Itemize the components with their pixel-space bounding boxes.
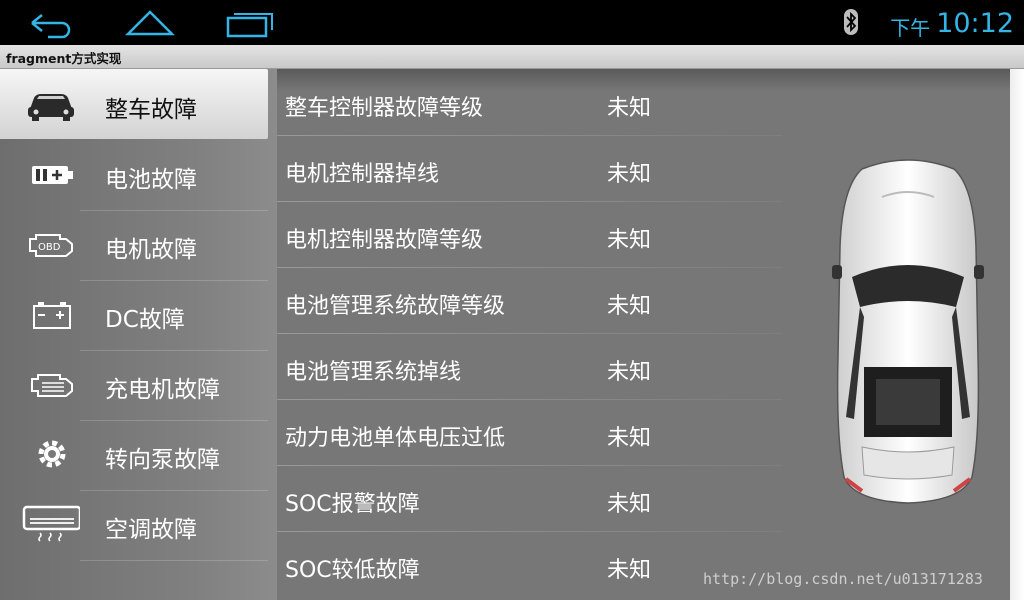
svg-text:OBD: OBD <box>38 242 61 253</box>
fault-name: SOC较低故障 <box>285 558 420 583</box>
fault-status: 未知 <box>607 228 652 253</box>
car-icon <box>22 85 80 123</box>
fault-row: 电机控制器掉线 未知 <box>277 135 782 201</box>
home-button[interactable] <box>120 4 180 42</box>
right-edge-panel <box>1010 69 1024 600</box>
air-conditioner-icon <box>22 505 82 543</box>
sidebar-item-label: 电机故障 <box>105 237 197 263</box>
sidebar-item-charger-fault[interactable]: 充电机故障 <box>0 349 268 419</box>
fault-row: 电池管理系统掉线 未知 <box>277 333 782 399</box>
back-icon <box>31 14 71 39</box>
sidebar-item-ac-fault[interactable]: 空调故障 <box>0 489 268 559</box>
fault-status: 未知 <box>607 96 652 121</box>
app-title: fragment方式实现 <box>6 51 122 66</box>
steering-pump-gear-icon <box>22 435 80 473</box>
recent-apps-icon <box>226 13 273 38</box>
app-title-bar: fragment方式实现 <box>0 45 1024 69</box>
sidebar-item-vehicle-fault[interactable]: 整车故障 <box>0 69 268 139</box>
sidebar-item-label: DC故障 <box>105 307 185 333</box>
sidebar-item-battery-fault[interactable]: 电池故障 <box>0 139 268 209</box>
watermark: http://blog.csdn.net/u013171283 <box>703 570 983 588</box>
sidebar-item-label: 转向泵故障 <box>105 447 220 473</box>
fault-status: 未知 <box>607 426 652 451</box>
fault-name: 电机控制器故障等级 <box>285 228 484 253</box>
sidebar-item-dc-fault[interactable]: DC故障 <box>0 279 268 349</box>
fault-status: 未知 <box>607 162 652 187</box>
clock-ampm: 下午 <box>890 15 931 40</box>
clock-time: 10:12 <box>936 7 1014 39</box>
divider <box>80 560 268 561</box>
sidebar-item-label: 充电机故障 <box>105 377 220 403</box>
fault-row: 整车控制器故障等级 未知 <box>277 69 782 135</box>
recent-apps-button[interactable] <box>220 4 280 42</box>
sidebar-item-label: 整车故障 <box>105 97 197 123</box>
fault-row: 动力电池单体电压过低 未知 <box>277 399 782 465</box>
car-top-view-image <box>822 157 994 507</box>
fault-name: 电机控制器掉线 <box>285 162 440 187</box>
fault-category-sidebar: 整车故障 电池故障 OBD 电机故障 DC故障 充电机故障 转向泵故障 空调故障 <box>0 69 277 600</box>
fault-status: 未知 <box>607 492 652 517</box>
sidebar-item-label: 电池故障 <box>105 167 197 193</box>
battery-icon <box>22 155 80 193</box>
fault-name: 动力电池单体电压过低 <box>285 426 506 451</box>
motor-obd-icon: OBD <box>22 225 80 263</box>
fault-detail-panel: 整车控制器故障等级 未知 电机控制器掉线 未知 电机控制器故障等级 未知 电池管… <box>277 69 1010 600</box>
sidebar-item-motor-fault[interactable]: OBD 电机故障 <box>0 209 268 279</box>
home-icon <box>124 10 176 36</box>
sidebar-item-steering-pump-fault[interactable]: 转向泵故障 <box>0 419 268 489</box>
sidebar-item-label: 空调故障 <box>105 517 197 543</box>
fault-status: 未知 <box>607 294 652 319</box>
status-clock: 下午 10:12 <box>890 4 1014 42</box>
back-button[interactable] <box>18 4 78 42</box>
fault-row: 电池管理系统故障等级 未知 <box>277 267 782 333</box>
bluetooth-icon <box>838 8 864 36</box>
charger-engine-icon <box>22 365 80 403</box>
system-status-bar: 下午 10:12 <box>0 0 1024 45</box>
fault-status: 未知 <box>607 558 652 583</box>
dc-battery-icon <box>22 295 80 333</box>
fault-name: SOC报警故障 <box>285 492 420 517</box>
fault-name: 电池管理系统故障等级 <box>285 294 506 319</box>
fault-row: 电机控制器故障等级 未知 <box>277 201 782 267</box>
fault-name: 电池管理系统掉线 <box>285 360 462 385</box>
fault-status: 未知 <box>607 360 652 385</box>
fault-name: 整车控制器故障等级 <box>285 96 484 121</box>
fault-row: SOC报警故障 未知 <box>277 465 782 531</box>
